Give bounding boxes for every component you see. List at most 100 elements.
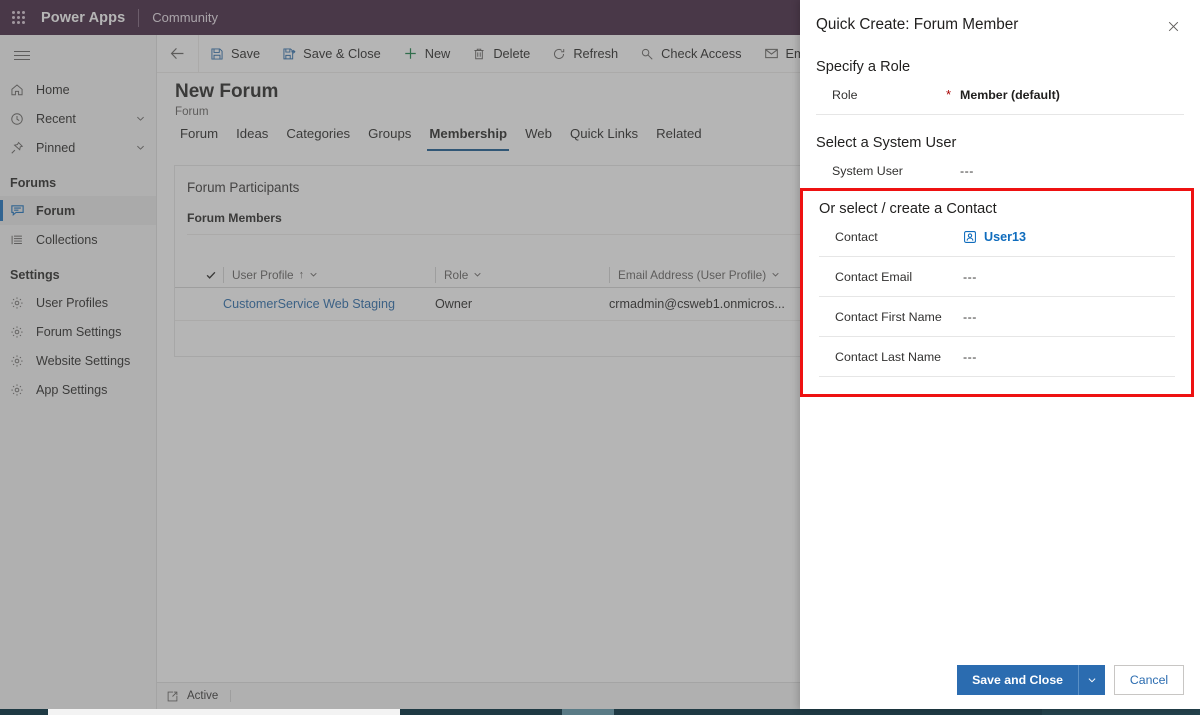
field-value-role[interactable]: Member (default) — [960, 88, 1184, 102]
sidebar-item-label: Website Settings — [36, 353, 131, 368]
field-value-contact-last-name[interactable]: --- — [963, 350, 1175, 364]
sidebar-item-forum[interactable]: Forum — [0, 196, 156, 225]
field-contact-first-name[interactable]: Contact First Name --- — [819, 297, 1175, 336]
field-value-contact-first-name[interactable]: --- — [963, 310, 1175, 324]
refresh-button-label: Refresh — [573, 46, 619, 61]
field-contact-email[interactable]: Contact Email --- — [819, 257, 1175, 296]
brand-label[interactable]: Power Apps — [41, 10, 125, 26]
quick-create-title: Quick Create: Forum Member — [816, 16, 1019, 33]
grid-column-label: User Profile — [232, 267, 294, 282]
field-value-system-user[interactable]: --- — [960, 164, 1184, 178]
grid-column-role[interactable]: Role — [435, 266, 609, 283]
tab-groups[interactable]: Groups — [359, 125, 420, 151]
chevron-down-icon[interactable] — [309, 270, 318, 279]
taskbar-window-segment[interactable] — [562, 709, 614, 715]
email-link-icon — [764, 46, 779, 61]
field-value-contact-email[interactable]: --- — [963, 270, 1175, 284]
sidebar-item-label: Pinned — [36, 140, 76, 155]
refresh-button[interactable]: Refresh — [541, 35, 629, 72]
chevron-down-icon[interactable] — [135, 142, 146, 153]
contact-card-icon — [963, 230, 977, 244]
delete-button[interactable]: Delete — [461, 35, 541, 72]
key-icon — [640, 47, 654, 61]
gear-icon — [10, 383, 36, 397]
open-in-new-icon[interactable] — [157, 690, 187, 703]
sidebar-item-website-settings[interactable]: Website Settings — [0, 346, 156, 375]
tab-ideas[interactable]: Ideas — [227, 125, 277, 151]
new-button[interactable]: New — [392, 35, 462, 72]
chevron-down-icon[interactable] — [1078, 665, 1105, 695]
gear-icon — [10, 354, 36, 368]
field-contact-last-name[interactable]: Contact Last Name --- — [819, 337, 1175, 376]
brand-divider — [138, 8, 140, 27]
field-divider — [819, 376, 1175, 377]
save-and-close-button[interactable]: Save and Close — [957, 665, 1105, 695]
sidebar-item-app-settings[interactable]: App Settings — [0, 375, 156, 404]
chevron-down-icon[interactable] — [771, 270, 780, 279]
cancel-button[interactable]: Cancel — [1114, 665, 1184, 695]
cell-email: crmadmin@csweb1.onmicros... — [609, 297, 785, 311]
quick-create-footer: Save and Close Cancel — [800, 651, 1200, 709]
checkmark-icon[interactable] — [199, 269, 223, 281]
sidebar-item-pinned[interactable]: Pinned — [0, 133, 156, 162]
tab-forum[interactable]: Forum — [171, 125, 227, 151]
chevron-down-icon[interactable] — [473, 270, 482, 279]
sidebar-item-label: Forum Settings — [36, 324, 122, 339]
plus-icon — [403, 46, 418, 61]
close-icon[interactable] — [1160, 13, 1186, 39]
field-label-contact-first-name: Contact First Name — [835, 309, 942, 324]
cell-role: Owner — [435, 297, 473, 311]
grid-column-email-address[interactable]: Email Address (User Profile) — [609, 266, 811, 283]
taskbar-window-segment[interactable] — [1042, 709, 1200, 715]
tab-related[interactable]: Related — [647, 125, 710, 151]
delete-button-label: Delete — [493, 46, 531, 61]
field-system-user[interactable]: System User --- — [816, 151, 1184, 190]
app-name-label[interactable]: Community — [152, 10, 218, 25]
highlight-rectangle: Or select / create a Contact Contact Use… — [800, 188, 1194, 397]
sidebar-item-label: Home — [36, 82, 70, 97]
sidebar-item-forum-settings[interactable]: Forum Settings — [0, 317, 156, 346]
save-and-close-label: Save and Close — [972, 673, 1063, 687]
save-and-close-button[interactable]: Save & Close — [271, 35, 392, 72]
tab-membership[interactable]: Membership — [420, 125, 516, 151]
sidebar-item-label: User Profiles — [36, 295, 109, 310]
back-arrow-icon[interactable] — [157, 35, 199, 72]
sidebar-item-user-profiles[interactable]: User Profiles — [0, 288, 156, 317]
sidebar-item-home[interactable]: Home — [0, 75, 156, 104]
sort-ascending-icon: ↑ — [298, 268, 305, 281]
contact-lookup-value[interactable]: User13 — [984, 230, 1026, 244]
check-access-button-label: Check Access — [661, 46, 742, 61]
sidebar-group-forums-title: Forums — [10, 176, 57, 190]
field-contact[interactable]: Contact User13 — [819, 217, 1175, 256]
save-button[interactable]: Save — [199, 35, 271, 72]
field-role[interactable]: Role * Member (default) — [816, 75, 1184, 114]
field-value-contact[interactable]: User13 — [963, 230, 1175, 244]
sidebar-item-label: Forum — [36, 203, 76, 218]
tab-web[interactable]: Web — [516, 125, 561, 151]
grid-column-user-profile[interactable]: User Profile ↑ — [223, 266, 435, 283]
field-label-contact: Contact — [835, 229, 878, 244]
quick-create-panel: Quick Create: Forum Member Specify a Rol… — [800, 0, 1200, 709]
sidebar-item-recent[interactable]: Recent — [0, 104, 156, 133]
waffle-grid-icon[interactable] — [0, 0, 36, 35]
save-button-label: Save — [231, 46, 261, 61]
sidebar-item-collections[interactable]: Collections — [0, 225, 156, 254]
section-title-select-a-system-user: Select a System User — [816, 135, 957, 151]
new-button-label: New — [424, 46, 451, 61]
pin-icon — [10, 141, 36, 155]
chevron-down-icon[interactable] — [135, 113, 146, 124]
tab-quick-links[interactable]: Quick Links — [561, 125, 647, 151]
gear-icon — [10, 325, 36, 339]
check-access-button[interactable]: Check Access — [629, 35, 752, 72]
save-close-icon — [282, 47, 296, 61]
sidebar-group-settings-title: Settings — [10, 268, 60, 282]
gear-icon — [10, 296, 36, 310]
desktop-taskbar — [0, 709, 1200, 715]
taskbar-window-segment[interactable] — [48, 709, 400, 715]
cell-user-profile[interactable]: CustomerService Web Staging — [223, 297, 435, 311]
hamburger-icon[interactable] — [0, 35, 44, 75]
save-icon — [210, 47, 224, 61]
tab-categories[interactable]: Categories — [277, 125, 359, 151]
sidebar-item-label: Collections — [36, 232, 98, 247]
required-asterisk-icon: * — [946, 86, 952, 102]
